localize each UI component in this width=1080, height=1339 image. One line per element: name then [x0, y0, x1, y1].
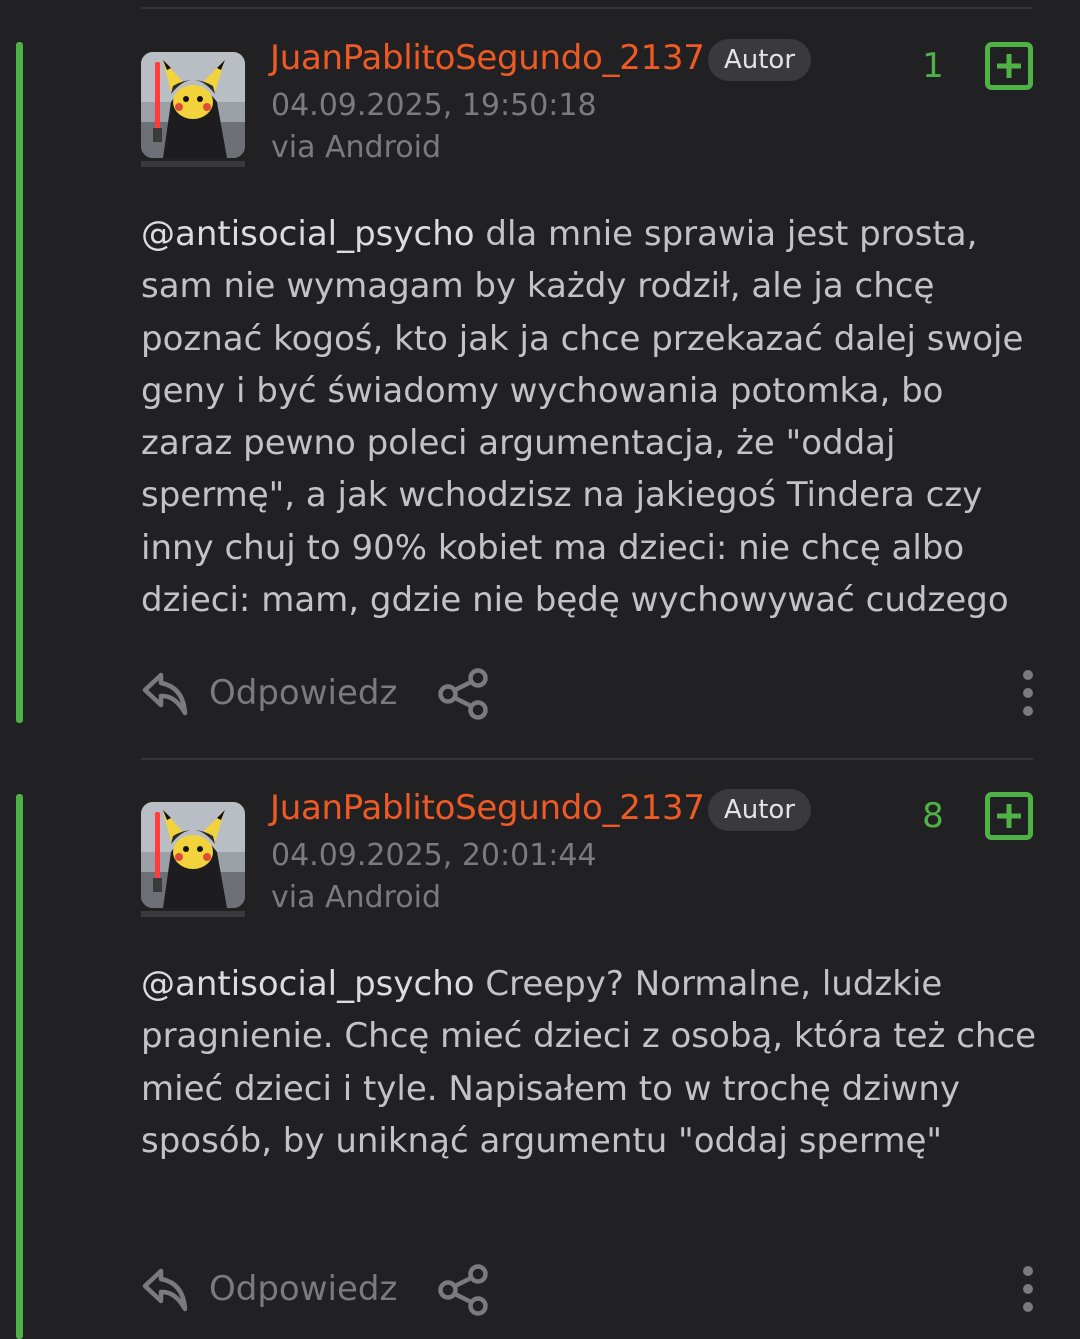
reply-arrow-icon — [142, 1268, 188, 1312]
avatar-underline — [141, 161, 245, 167]
reply-arrow-icon — [142, 672, 188, 716]
avatar[interactable] — [141, 52, 245, 158]
comment-date[interactable]: 04.09.2025, 19:50:18 — [271, 88, 597, 123]
plus-square-icon[interactable] — [985, 792, 1033, 840]
more-vertical-icon[interactable] — [1015, 1265, 1041, 1313]
reply-button[interactable]: Odpowiedz — [141, 663, 397, 723]
user-mention-link[interactable]: @antisocial_psycho — [141, 964, 475, 1004]
user-mention-link[interactable]: @antisocial_psycho — [141, 214, 475, 254]
vote-count: 1 — [922, 46, 944, 86]
comment-divider — [141, 758, 1033, 760]
comment-text: dla mnie sprawia jest prosta, sam nie wy… — [141, 214, 1024, 621]
comment-actions: Odpowiedz — [141, 1259, 1041, 1319]
reply-label: Odpowiedz — [209, 1269, 398, 1309]
author-badge: Autor — [708, 789, 811, 831]
more-vertical-icon[interactable] — [1015, 669, 1041, 717]
avatar-underline — [141, 911, 245, 917]
reply-label: Odpowiedz — [209, 673, 398, 713]
comment-source: via Android — [271, 130, 441, 165]
comment-body: @antisocial_psycho Creepy? Normalne, lud… — [141, 958, 1041, 1167]
avatar[interactable] — [141, 802, 245, 908]
vote-count: 8 — [922, 796, 944, 836]
thread-indicator-bar — [16, 42, 23, 723]
author-badge: Autor — [708, 39, 811, 81]
top-divider — [141, 7, 1033, 9]
reply-button[interactable]: Odpowiedz — [141, 1259, 397, 1319]
share-icon[interactable] — [437, 667, 491, 721]
comment-body: @antisocial_psycho dla mnie sprawia jest… — [141, 208, 1041, 626]
share-icon[interactable] — [437, 1263, 491, 1317]
username[interactable]: JuanPablitoSegundo_2137 — [270, 788, 705, 828]
comment-source: via Android — [271, 880, 441, 915]
thread-indicator-bar — [16, 794, 23, 1339]
comment-actions: Odpowiedz — [141, 663, 1041, 723]
plus-square-icon[interactable] — [985, 42, 1033, 90]
comment-date[interactable]: 04.09.2025, 20:01:44 — [271, 838, 597, 873]
username[interactable]: JuanPablitoSegundo_2137 — [270, 38, 705, 78]
